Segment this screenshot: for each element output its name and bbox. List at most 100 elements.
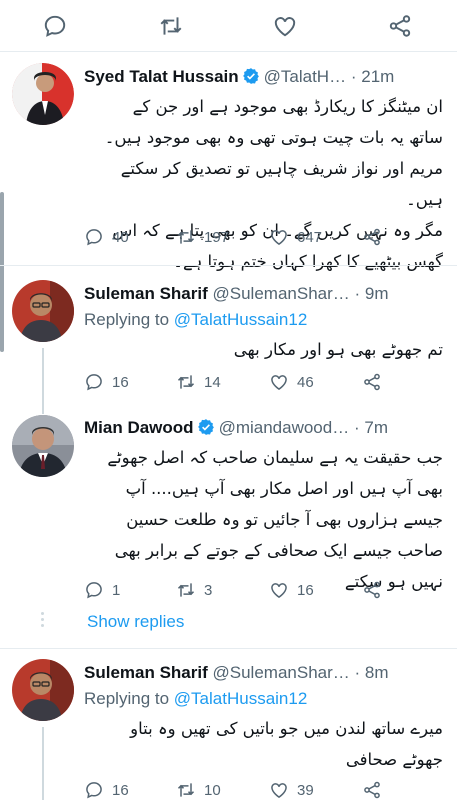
retweet-button[interactable]: 197 xyxy=(176,225,229,249)
like-button[interactable]: 46 xyxy=(269,370,314,394)
thread-continuation-dots xyxy=(41,612,45,630)
share-button[interactable] xyxy=(362,778,382,800)
share-icon xyxy=(364,228,380,246)
share-icon xyxy=(364,781,380,799)
text-line: مریم اور نواز شریف چاہیں تو تصدیق کر سکت… xyxy=(120,159,443,209)
reply-button[interactable]: 16 xyxy=(84,370,129,394)
reply-button[interactable]: 1 xyxy=(84,578,120,602)
reply-button[interactable]: 40 xyxy=(84,225,129,249)
avatar[interactable] xyxy=(12,280,74,342)
verified-badge-icon xyxy=(242,67,260,85)
tweet-text: میرے ساتھ لندن میں جو باتیں کی تھیں وہ ب… xyxy=(84,713,443,775)
replying-label: Replying to xyxy=(84,689,170,708)
reply-count: 40 xyxy=(112,228,129,246)
timestamp[interactable]: 8m xyxy=(365,663,389,682)
user-handle[interactable]: @miandawood… xyxy=(219,418,350,437)
retweet-icon xyxy=(177,375,195,389)
reply-button[interactable]: 16 xyxy=(84,778,129,800)
retweet-icon xyxy=(177,583,195,597)
share-icon xyxy=(364,373,380,391)
tweet-header: Syed Talat Hussain @TalatH… · 21m xyxy=(84,66,449,88)
text-line: نہیں ہو سکتے xyxy=(344,572,443,591)
retweet-icon[interactable] xyxy=(158,13,184,39)
text-line: تم جھوٹے بھی ہو اور مکار بھی xyxy=(233,340,443,359)
tweet-card[interactable]: Suleman Sharif @SulemanShar… · 8m Replyi… xyxy=(0,649,457,800)
tweet-card[interactable]: Mian Dawood @miandawood… · 7m جب حقیقت یہ… xyxy=(0,400,457,606)
separator-dot: · xyxy=(350,67,357,86)
thread-line xyxy=(42,727,44,800)
text-line: بھی آپ ہیں اور اصل مکار بھی آپ ہیں.... آ… xyxy=(125,479,443,498)
retweet-icon xyxy=(177,230,195,244)
like-button[interactable]: 647 xyxy=(269,225,322,249)
share-icon[interactable] xyxy=(387,13,413,39)
tweet-text: جب حقیقت یہ ہے سلیمان صاحب کہ اصل جھوٹے … xyxy=(84,442,443,597)
reply-count: 1 xyxy=(112,581,121,599)
verified-badge-icon xyxy=(197,418,215,436)
tweet-action-bar xyxy=(0,0,457,52)
like-count: 647 xyxy=(297,228,323,246)
show-replies-link[interactable]: Show replies xyxy=(87,612,184,632)
tweet-header: Mian Dawood @miandawood… · 7m xyxy=(84,417,449,439)
separator-dot: · xyxy=(354,663,361,682)
reply-count: 16 xyxy=(112,373,129,391)
tweet-card[interactable]: Suleman Sharif @SulemanShar… · 9m Replyi… xyxy=(0,266,457,400)
replying-label: Replying to xyxy=(84,310,170,329)
retweet-icon xyxy=(177,783,195,797)
tweet-text: تم جھوٹے بھی ہو اور مکار بھی xyxy=(84,334,443,365)
user-handle[interactable]: @TalatH… xyxy=(264,67,346,86)
display-name[interactable]: Mian Dawood xyxy=(84,418,194,437)
reply-icon xyxy=(86,782,102,799)
text-line: جب حقیقت یہ ہے سلیمان صاحب کہ اصل جھوٹے xyxy=(107,448,443,467)
reply-icon xyxy=(86,229,102,246)
mention-link[interactable]: @TalatHussain12 xyxy=(174,310,308,329)
like-button[interactable]: 39 xyxy=(269,778,314,800)
reply-icon[interactable] xyxy=(42,13,68,39)
retweet-count: 197 xyxy=(204,228,230,246)
text-line: مگر وہ نہیں کریں گے۔ ان کو بھی پتا ہے کہ… xyxy=(112,221,443,240)
thread-line xyxy=(42,400,44,414)
text-line: جھوٹے صحافی xyxy=(345,750,443,769)
share-button[interactable] xyxy=(362,225,382,249)
text-line: ان میٹنگز کا ریکارڈ بھی موجود ہے اور جن … xyxy=(132,97,443,116)
retweet-count: 14 xyxy=(204,373,221,391)
reply-icon xyxy=(86,582,102,599)
text-line: ساتھ یہ بات چیت ہوتی تھی وہ بھی موجود ہی… xyxy=(104,128,443,147)
thread-line xyxy=(42,348,44,400)
retweet-button[interactable]: 10 xyxy=(176,778,221,800)
timestamp[interactable]: 9m xyxy=(365,284,389,303)
replying-to: Replying to @TalatHussain12 xyxy=(84,309,307,331)
like-icon xyxy=(271,230,287,245)
retweet-button[interactable]: 14 xyxy=(176,370,221,394)
replying-to: Replying to @TalatHussain12 xyxy=(84,688,307,710)
retweet-button[interactable]: 3 xyxy=(176,578,212,602)
tweet-card[interactable]: Syed Talat Hussain @TalatH… · 21m ان میٹن… xyxy=(0,53,457,271)
reply-count: 16 xyxy=(112,781,129,799)
display-name[interactable]: Suleman Sharif xyxy=(84,284,208,303)
text-line: صاحب جیسے ایک صحافی کے جوتے کے برابر بھی xyxy=(114,541,443,560)
separator-dot: · xyxy=(353,418,360,437)
like-count: 16 xyxy=(297,581,314,599)
timestamp[interactable]: 7m xyxy=(364,418,388,437)
tweet-header: Suleman Sharif @SulemanShar… · 8m xyxy=(84,662,449,684)
avatar[interactable] xyxy=(12,659,74,721)
tweet-header: Suleman Sharif @SulemanShar… · 9m xyxy=(84,283,449,305)
like-count: 39 xyxy=(297,781,314,799)
retweet-count: 3 xyxy=(204,581,213,599)
share-icon xyxy=(364,581,380,599)
user-handle[interactable]: @SulemanShar… xyxy=(213,663,350,682)
like-icon xyxy=(271,583,287,598)
share-button[interactable] xyxy=(362,578,382,602)
display-name[interactable]: Syed Talat Hussain xyxy=(84,67,239,86)
like-button[interactable]: 16 xyxy=(269,578,314,602)
avatar[interactable] xyxy=(12,63,74,125)
like-icon[interactable] xyxy=(272,13,298,39)
separator-dot: · xyxy=(354,284,361,303)
display-name[interactable]: Suleman Sharif xyxy=(84,663,208,682)
user-handle[interactable]: @SulemanShar… xyxy=(213,284,350,303)
timestamp[interactable]: 21m xyxy=(361,67,394,86)
retweet-count: 10 xyxy=(204,781,221,799)
avatar[interactable] xyxy=(12,415,74,477)
mention-link[interactable]: @TalatHussain12 xyxy=(174,689,308,708)
text-line: میرے ساتھ لندن میں جو باتیں کی تھیں وہ ب… xyxy=(130,719,443,738)
share-button[interactable] xyxy=(362,370,382,394)
